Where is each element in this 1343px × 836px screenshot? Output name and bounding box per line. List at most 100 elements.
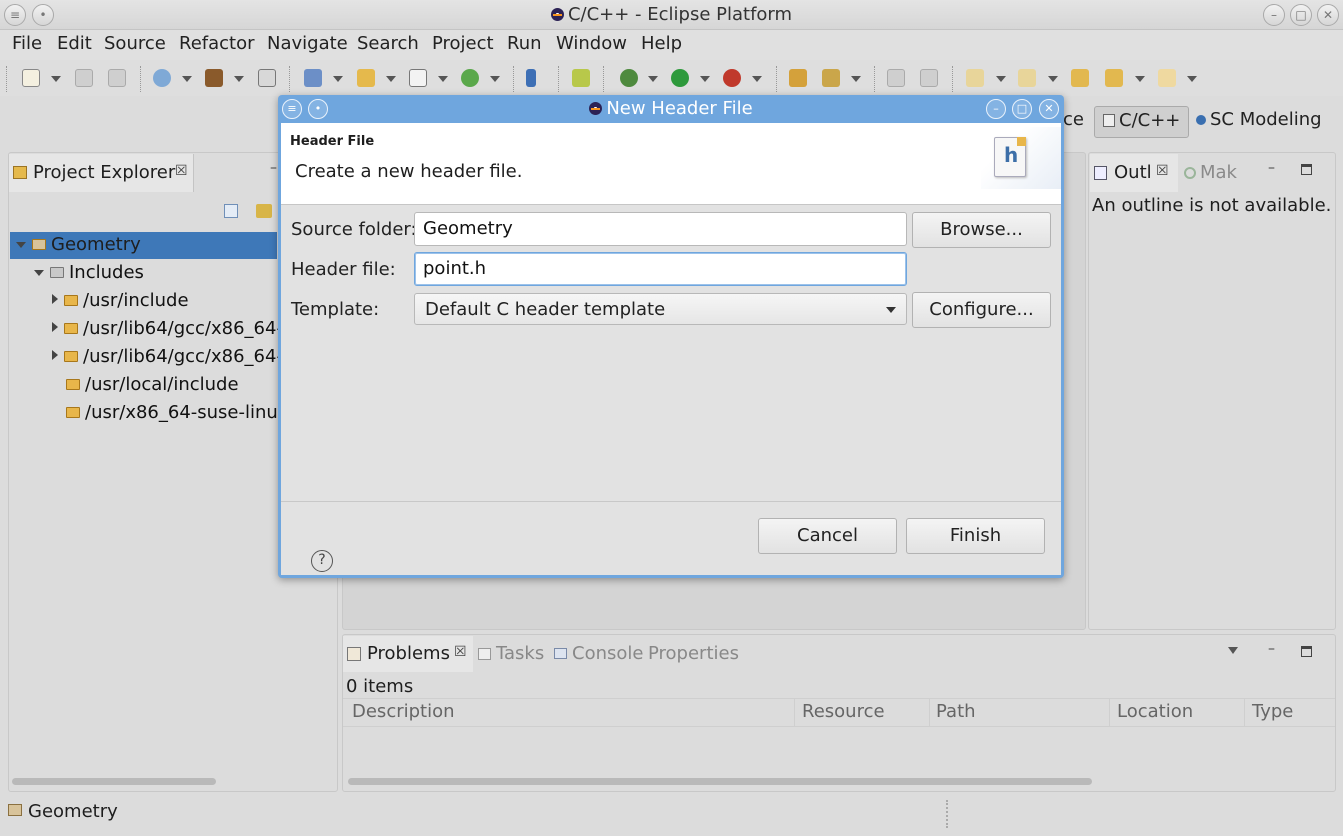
browse-button[interactable]: Browse... <box>912 212 1051 248</box>
next-annotation-dropdown-icon[interactable] <box>996 76 1006 82</box>
source-folder-input[interactable]: Geometry <box>414 212 907 246</box>
tree-item-include-path[interactable]: /usr/include <box>52 290 189 311</box>
tree-item-include-path[interactable]: /usr/lib64/gcc/x86_64-s <box>52 318 292 339</box>
minimize-view-icon[interactable]: – <box>270 160 277 176</box>
horizontal-scrollbar[interactable] <box>12 778 216 785</box>
menu-help[interactable]: Help <box>641 33 682 54</box>
merge-icon[interactable] <box>572 69 590 87</box>
window-maximize-button[interactable]: □ <box>1290 4 1312 26</box>
tab-tasks[interactable]: Tasks <box>476 636 548 672</box>
expand-toggle-icon[interactable] <box>52 350 58 360</box>
column-path[interactable]: Path <box>936 701 976 722</box>
tab-outline[interactable]: Outl ☒ <box>1090 154 1178 192</box>
build-config-dropdown-icon[interactable] <box>182 76 192 82</box>
finish-button[interactable]: Finish <box>906 518 1045 554</box>
expand-toggle-icon[interactable] <box>52 294 58 304</box>
dialog-maximize-button[interactable]: □ <box>1012 99 1032 119</box>
back-dropdown-icon[interactable] <box>1135 76 1145 82</box>
expand-toggle-icon[interactable] <box>52 322 58 332</box>
menu-project[interactable]: Project <box>432 33 494 54</box>
tree-item-geometry[interactable]: Geometry <box>16 234 141 255</box>
back-icon[interactable] <box>1105 69 1123 87</box>
tab-console[interactable]: Console <box>552 636 644 672</box>
menu-edit[interactable]: Edit <box>57 33 92 54</box>
dialog-minimize-button[interactable]: – <box>986 99 1006 119</box>
show-whitespace-icon[interactable] <box>920 69 938 87</box>
prev-annotation-icon[interactable] <box>1018 69 1036 87</box>
close-icon[interactable]: ☒ <box>175 163 188 179</box>
external-tools-dropdown-icon[interactable] <box>752 76 762 82</box>
tab-make-targets[interactable]: Mak <box>1180 154 1250 192</box>
refresh-icon[interactable] <box>461 69 479 87</box>
tab-project-explorer[interactable]: Project Explorer ☒ <box>9 154 194 192</box>
open-type-icon[interactable] <box>789 69 807 87</box>
horizontal-scrollbar[interactable] <box>348 778 1092 785</box>
forward-icon[interactable] <box>1158 69 1176 87</box>
new-project-icon[interactable] <box>304 69 322 87</box>
new-dropdown-icon[interactable] <box>51 76 61 82</box>
run-icon[interactable] <box>671 69 689 87</box>
toggle-mark-icon[interactable] <box>887 69 905 87</box>
expand-toggle-icon[interactable] <box>16 242 26 248</box>
dialog-close-button[interactable]: ✕ <box>1039 99 1059 119</box>
minimize-view-icon[interactable]: – <box>1268 160 1275 176</box>
save-all-icon[interactable] <box>108 69 126 87</box>
link-with-editor-icon[interactable] <box>256 204 272 218</box>
configure-button[interactable]: Configure... <box>912 292 1051 328</box>
column-type[interactable]: Type <box>1252 701 1293 722</box>
new-icon[interactable] <box>22 69 40 87</box>
menu-refactor[interactable]: Refactor <box>179 33 255 54</box>
maximize-view-icon[interactable] <box>1301 164 1312 175</box>
run-dropdown-icon[interactable] <box>700 76 710 82</box>
tree-item-include-path[interactable]: /usr/local/include <box>66 374 239 395</box>
window-close-button[interactable]: ✕ <box>1317 4 1339 26</box>
last-edit-icon[interactable] <box>1071 69 1089 87</box>
search-icon[interactable] <box>526 69 536 87</box>
template-select[interactable]: Default C header template <box>414 293 907 325</box>
quick-access-icon[interactable] <box>822 69 840 87</box>
new-folder-dropdown-icon[interactable] <box>386 76 396 82</box>
menu-file[interactable]: File <box>12 33 42 54</box>
menu-navigate[interactable]: Navigate <box>267 33 348 54</box>
new-folder-icon[interactable] <box>357 69 375 87</box>
expand-toggle-icon[interactable] <box>34 270 44 276</box>
build-config-icon[interactable] <box>153 69 171 87</box>
column-location[interactable]: Location <box>1117 701 1193 722</box>
save-icon[interactable] <box>75 69 93 87</box>
new-project-dropdown-icon[interactable] <box>333 76 343 82</box>
tab-problems[interactable]: Problems ☒ <box>343 636 473 672</box>
menu-source[interactable]: Source <box>104 33 166 54</box>
window-minimize-button[interactable]: – <box>1263 4 1285 26</box>
menu-run[interactable]: Run <box>507 33 542 54</box>
new-file-dropdown-icon[interactable] <box>438 76 448 82</box>
new-file-icon[interactable] <box>409 69 427 87</box>
prev-annotation-dropdown-icon[interactable] <box>1048 76 1058 82</box>
tab-properties[interactable]: Properties <box>648 636 742 672</box>
collapse-all-icon[interactable] <box>224 204 238 218</box>
debug-dropdown-icon[interactable] <box>648 76 658 82</box>
menu-window[interactable]: Window <box>556 33 627 54</box>
quick-access-dropdown-icon[interactable] <box>851 76 861 82</box>
column-description[interactable]: Description <box>352 701 455 722</box>
perspective-sc-modeling[interactable]: SC Modeling <box>1188 106 1330 138</box>
forward-dropdown-icon[interactable] <box>1187 76 1197 82</box>
menu-search[interactable]: Search <box>357 33 419 54</box>
binary-icon[interactable] <box>258 69 276 87</box>
external-tools-icon[interactable] <box>723 69 741 87</box>
close-icon[interactable]: ☒ <box>454 644 467 660</box>
debug-icon[interactable] <box>620 69 638 87</box>
cancel-button[interactable]: Cancel <box>758 518 897 554</box>
perspective-cpp[interactable]: C/C++ <box>1094 106 1190 138</box>
header-file-input[interactable]: point.h <box>414 252 907 286</box>
tree-item-include-path[interactable]: /usr/x86_64-suse-linux <box>66 402 288 423</box>
view-menu-icon[interactable] <box>1228 647 1238 654</box>
next-annotation-icon[interactable] <box>966 69 984 87</box>
close-icon[interactable]: ☒ <box>1156 163 1169 179</box>
help-icon[interactable]: ? <box>311 550 333 572</box>
tree-item-include-path[interactable]: /usr/lib64/gcc/x86_64-s <box>52 346 292 367</box>
maximize-view-icon[interactable] <box>1301 646 1312 657</box>
build-dropdown-icon[interactable] <box>234 76 244 82</box>
column-resource[interactable]: Resource <box>802 701 885 722</box>
hammer-build-icon[interactable] <box>205 69 223 87</box>
tree-item-includes[interactable]: Includes <box>34 262 144 283</box>
